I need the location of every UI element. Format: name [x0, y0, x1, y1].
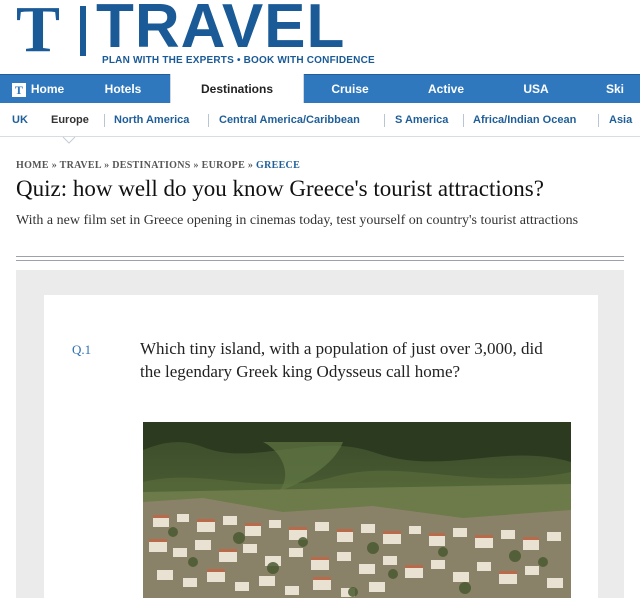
divider-rule — [16, 260, 624, 261]
breadcrumb-separator: » — [193, 160, 199, 171]
subnav-item-central-america[interactable]: Central America/Caribbean — [219, 103, 360, 136]
breadcrumb-europe[interactable]: EUROPE — [202, 160, 245, 171]
article-standfirst: With a new film set in Greece opening in… — [16, 213, 579, 228]
divider-rule — [16, 256, 624, 257]
breadcrumb-separator: » — [247, 160, 254, 171]
tagline: PLAN WITH THE EXPERTS • BOOK WITH CONFID… — [102, 55, 375, 66]
island-village-photo — [143, 422, 571, 598]
breadcrumb-travel[interactable]: TRAVEL — [60, 160, 102, 171]
current-section-caret-icon — [62, 136, 76, 144]
subnav-item-north-america[interactable]: North America — [114, 103, 189, 136]
breadcrumb-separator: » — [104, 160, 110, 171]
question-number: Q.1 — [72, 342, 92, 357]
subnav-separator — [384, 114, 385, 127]
nav-item-label: Home — [30, 82, 65, 96]
breadcrumb: HOME » TRAVEL » DESTINATIONS » EUROPE » … — [16, 160, 300, 171]
masthead: T TRAVEL PLAN WITH THE EXPERTS • BOOK WI… — [0, 0, 640, 74]
nav-item-usa[interactable]: USA — [500, 75, 572, 103]
breadcrumb-home[interactable]: HOME — [16, 160, 49, 171]
nav-item-cruise[interactable]: Cruise — [312, 75, 388, 103]
main-nav: T Home Hotels Destinations Cruise Active … — [0, 74, 640, 104]
subnav-item-africa-indian-ocean[interactable]: Africa/Indian Ocean — [473, 103, 576, 136]
subnav-item-asia[interactable]: Asia — [609, 103, 632, 136]
subnav-separator — [208, 114, 209, 127]
breadcrumb-greece[interactable]: GREECE — [256, 160, 300, 171]
travel-wordmark[interactable]: TRAVEL — [96, 0, 345, 60]
telegraph-logo[interactable]: T — [16, 0, 74, 63]
nav-item-home[interactable]: T Home — [0, 75, 76, 103]
nav-item-destinations[interactable]: Destinations — [170, 74, 304, 104]
subnav-item-uk[interactable]: UK — [12, 103, 28, 136]
nav-item-ski[interactable]: Ski — [590, 75, 640, 103]
subnav-separator — [463, 114, 464, 127]
question-photo — [143, 422, 571, 598]
sub-nav: UK Europe North America Central America/… — [0, 103, 640, 137]
subnav-separator — [598, 114, 599, 127]
logo-divider — [80, 6, 86, 56]
article-headline: Quiz: how well do you know Greece's tour… — [16, 176, 544, 201]
telegraph-t-icon: T — [11, 82, 26, 97]
question-text: Which tiny island, with a population of … — [140, 339, 543, 381]
nav-item-active[interactable]: Active — [408, 75, 484, 103]
subnav-item-s-america[interactable]: S America — [395, 103, 448, 136]
breadcrumb-destinations[interactable]: DESTINATIONS — [112, 160, 190, 171]
nav-item-hotels[interactable]: Hotels — [86, 75, 160, 103]
subnav-separator — [104, 114, 105, 127]
breadcrumb-separator: » — [51, 160, 57, 171]
subnav-item-europe[interactable]: Europe — [51, 103, 89, 136]
